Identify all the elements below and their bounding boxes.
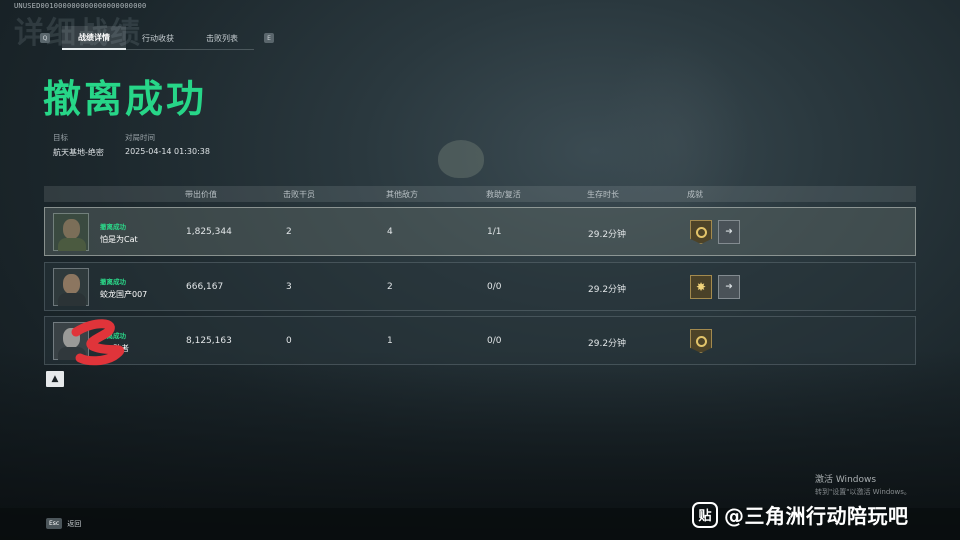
tab-right-key-hint[interactable]: E: [264, 33, 274, 43]
avatar-head: [63, 219, 80, 239]
avatar-body: [58, 347, 86, 360]
cell-value: 666,167: [186, 282, 224, 292]
tab-list: 战绩详情 行动收获 击败列表: [62, 26, 254, 50]
target-info: 目标 航天基地-绝密: [53, 132, 104, 158]
windows-activation-watermark: 激活 Windows 转到"设置"以激活 Windows。: [815, 472, 911, 497]
player-name: 敢者: [113, 344, 129, 353]
gold-medal-icon[interactable]: [690, 220, 712, 244]
avatar: [53, 268, 89, 306]
cell-kills: 3: [286, 282, 292, 292]
match-time-info: 对局时间 2025-04-14 01:30:38: [125, 132, 210, 156]
star-medal-glyph: ✸: [695, 280, 707, 294]
esc-key-icon: Esc: [46, 518, 63, 529]
cell-survival: 29.2分钟: [588, 339, 627, 349]
extraction-status: 撤离成功: [100, 332, 126, 340]
avatar-head: [63, 274, 80, 294]
gold-medal-icon[interactable]: [690, 329, 712, 353]
star-medal-icon[interactable]: ✸: [690, 275, 712, 299]
watermark-line1: 激活 Windows: [815, 475, 877, 485]
cell-rescue: 1/1: [487, 227, 502, 237]
tieba-text: @三角洲行动陪玩吧: [724, 504, 909, 528]
extraction-status: 撤离成功: [100, 278, 126, 286]
tab-kill-list[interactable]: 击败列表: [190, 26, 254, 50]
col-survival: 生存时长: [587, 190, 619, 199]
gray-medal-icon[interactable]: ➜: [718, 220, 740, 244]
avatar-body: [58, 293, 86, 306]
cell-other-enemies: 1: [387, 336, 393, 346]
cell-survival: 29.2分钟: [588, 230, 627, 240]
background-dish: [438, 140, 484, 178]
match-time-label: 对局时间: [125, 133, 155, 142]
extraction-status: 撤离成功: [100, 223, 126, 231]
avatar: [53, 322, 89, 360]
target-value: 航天基地-绝密: [53, 148, 104, 157]
back-label: 返回: [67, 519, 82, 528]
col-rescue: 救助/复活: [486, 190, 521, 199]
cell-kills: 0: [286, 336, 292, 346]
avatar: [53, 213, 89, 251]
back-button[interactable]: Esc 返回: [46, 518, 81, 529]
table-row[interactable]: 撤离成功 敢者 8,125,163 0 1 0/0 29.2分钟: [44, 316, 916, 365]
tab-left-key-hint[interactable]: Q: [40, 33, 50, 43]
col-value: 带出价值: [185, 190, 217, 199]
avatar-head: [63, 328, 80, 348]
cell-kills: 2: [286, 227, 292, 237]
gold-medal-ring: [695, 226, 707, 238]
tieba-logo-icon: 贴: [692, 501, 718, 528]
cell-value: 1,825,344: [186, 227, 232, 237]
gray-medal-glyph: ➜: [725, 226, 733, 237]
target-label: 目标: [53, 133, 68, 142]
watermark-line2: 转到"设置"以激活 Windows。: [815, 488, 911, 496]
col-other-enemies: 其他敌方: [386, 190, 418, 199]
match-time-value: 2025-04-14 01:30:38: [125, 147, 210, 156]
gray-medal-icon[interactable]: ➜: [718, 275, 740, 299]
background-tower: [600, 40, 750, 210]
gray-medal-glyph: ➜: [725, 281, 733, 292]
tab-bar: Q 战绩详情 行动收获 击败列表 E: [40, 26, 274, 50]
col-achievements: 成就: [687, 190, 703, 199]
page-title: 撤离成功: [43, 77, 208, 121]
report-warning-button[interactable]: ▲: [46, 371, 64, 387]
player-name: 怕是为Cat: [100, 235, 138, 244]
gold-medal-ring: [695, 335, 707, 347]
avatar-body: [58, 238, 86, 251]
player-name: 蛟龙国产007: [100, 290, 148, 299]
tab-loot[interactable]: 行动收获: [126, 26, 190, 50]
table-row[interactable]: 撤离成功 怕是为Cat 1,825,344 2 4 1/1 29.2分钟 ➜: [44, 207, 916, 256]
table-row[interactable]: 撤离成功 蛟龙国产007 666,167 3 2 0/0 29.2分钟 ✸ ➜: [44, 262, 916, 311]
col-kills: 击败干员: [283, 190, 315, 199]
table-header: 带出价值 击败干员 其他敌方 救助/复活 生存时长 成就: [44, 186, 916, 202]
warning-icon: ▲: [51, 373, 59, 384]
cell-survival: 29.2分钟: [588, 285, 627, 295]
tieba-watermark: 贴 @三角洲行动陪玩吧: [692, 500, 909, 529]
tab-record-details[interactable]: 战绩详情: [62, 26, 126, 50]
cell-value: 8,125,163: [186, 336, 232, 346]
cell-other-enemies: 4: [387, 227, 393, 237]
cell-other-enemies: 2: [387, 282, 393, 292]
cell-rescue: 0/0: [487, 336, 502, 346]
cell-rescue: 0/0: [487, 282, 502, 292]
